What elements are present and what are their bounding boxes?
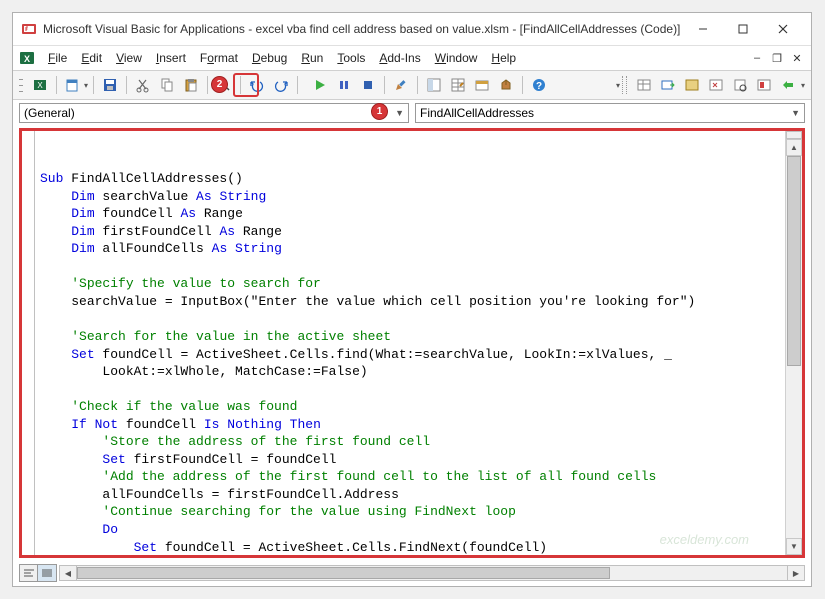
menu-debug[interactable]: Debug [245,48,294,68]
copy-button[interactable] [156,74,178,96]
insert-module-button[interactable] [62,74,84,96]
vba-app-icon [21,21,37,37]
tb-extra-1[interactable] [633,74,655,96]
tb-extra-2[interactable] [657,74,679,96]
scroll-right-arrow[interactable]: ▶ [787,566,804,580]
object-selector-label: (General) [24,106,75,120]
minimize-button[interactable] [683,17,723,41]
paste-button[interactable] [180,74,202,96]
menu-run[interactable]: Run [294,48,330,68]
window-title: Microsoft Visual Basic for Applications … [43,22,683,36]
code-pane-highlight: Sub FindAllCellAddresses() Dim searchVal… [19,128,805,558]
design-mode-button[interactable] [390,74,412,96]
run-button[interactable] [309,74,331,96]
svg-text:?: ? [536,81,542,92]
full-module-view-button[interactable] [38,565,56,581]
toolbar-grip[interactable] [19,76,23,94]
watermark: exceldemy.com [660,531,749,549]
maximize-button[interactable] [723,17,763,41]
excel-icon: X [19,50,35,66]
mdi-close-button[interactable]: ✕ [789,51,805,65]
object-selector[interactable]: (General) ▼ [19,103,409,123]
tb-extra-5[interactable] [729,74,751,96]
break-button[interactable] [333,74,355,96]
menu-window[interactable]: Window [428,48,485,68]
svg-text:X: X [37,81,43,90]
badge-2: 2 [211,76,228,93]
badge-1: 1 [371,103,388,120]
tb-extra-6[interactable] [753,74,775,96]
undo-button[interactable] [246,74,268,96]
redo-button[interactable] [270,74,292,96]
properties-button[interactable] [447,74,469,96]
reset-button[interactable] [357,74,379,96]
mdi-minimize-button[interactable]: – [749,51,765,65]
procedure-selector-label: FindAllCellAddresses [420,106,534,120]
menu-format[interactable]: Format [193,48,245,68]
close-button[interactable] [763,17,803,41]
code-editor[interactable]: Sub FindAllCellAddresses() Dim searchVal… [22,131,785,555]
tb-extra-3[interactable] [681,74,703,96]
svg-text:X: X [24,54,30,64]
mdi-restore-button[interactable]: ❐ [769,51,785,65]
split-handle[interactable] [786,131,802,139]
procedure-view-button[interactable] [20,565,38,581]
menu-file[interactable]: File [41,48,74,68]
view-excel-button[interactable]: X [29,74,51,96]
scroll-down-arrow[interactable]: ▼ [786,538,802,555]
menu-tools[interactable]: Tools [330,48,372,68]
toolbar: X ▾ 2 ? ▾ [13,71,811,100]
menu-insert[interactable]: Insert [149,48,193,68]
help-button[interactable]: ? [528,74,550,96]
chevron-down-icon: ▼ [791,108,800,118]
titlebar: Microsoft Visual Basic for Applications … [13,13,811,46]
code-selectors: (General) ▼ 1 FindAllCellAddresses ▼ [13,100,811,126]
project-explorer-button[interactable] [423,74,445,96]
scroll-thumb[interactable] [787,156,801,366]
scroll-left-arrow[interactable]: ◀ [60,566,77,580]
menu-help[interactable]: Help [484,48,523,68]
cut-button[interactable] [132,74,154,96]
scroll-up-arrow[interactable]: ▲ [786,139,802,156]
menu-edit[interactable]: Edit [74,48,109,68]
bottom-bar: ◀ ▶ [13,564,811,586]
save-button[interactable] [99,74,121,96]
horizontal-scrollbar[interactable]: ◀ ▶ [59,565,805,581]
chevron-down-icon: ▼ [395,108,404,118]
tb-extra-4[interactable] [705,74,727,96]
hscroll-thumb[interactable] [77,567,610,579]
vertical-scrollbar[interactable]: ▲ ▼ [785,131,802,555]
menu-view[interactable]: View [109,48,149,68]
vba-editor-window: Microsoft Visual Basic for Applications … [13,13,811,586]
procedure-selector[interactable]: FindAllCellAddresses ▼ [415,103,805,123]
menu-addins[interactable]: Add-Ins [372,48,427,68]
tb-extra-7[interactable] [777,74,799,96]
object-browser-button[interactable] [471,74,493,96]
toolbox-button[interactable] [495,74,517,96]
menubar: X File Edit View Insert Format Debug Run… [13,46,811,71]
toolbar-grip-2[interactable] [622,76,627,94]
